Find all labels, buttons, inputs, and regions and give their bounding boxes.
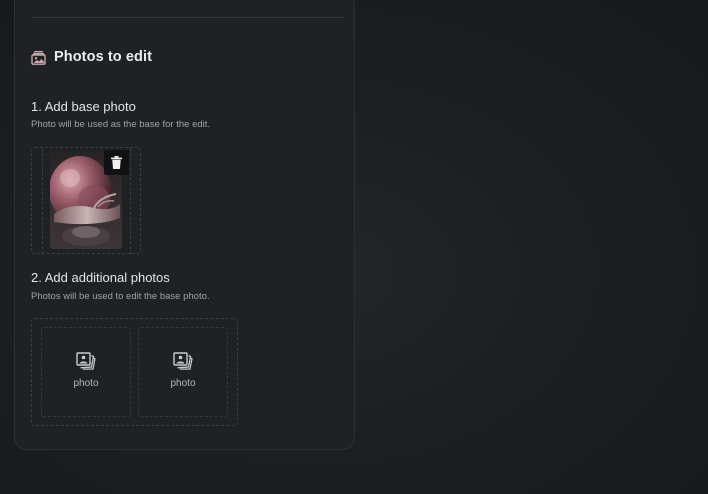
photos-panel: Photos to edit 1. Add base photo Photo w… [14, 0, 355, 450]
slot-label: photo [73, 377, 99, 389]
additional-photos-title: 2. Add additional photos [31, 270, 170, 285]
photo-stack-icon [31, 50, 46, 65]
base-photo-dropzone[interactable] [31, 147, 141, 254]
divider [32, 17, 344, 18]
delete-base-photo-button[interactable] [104, 150, 129, 175]
additional-photo-slot[interactable]: photo [138, 327, 228, 417]
section-header: Photos to edit [31, 49, 152, 65]
photo-stack-icon [76, 351, 96, 370]
section-title: Photos to edit [54, 49, 153, 65]
photo-stack-icon [173, 351, 193, 370]
additional-photos-subtitle: Photos will be used to edit the base pho… [31, 291, 210, 302]
base-photo-subtitle: Photo will be used as the base for the e… [31, 119, 211, 130]
additional-photos-dropzone: photo photo [31, 318, 238, 426]
trash-icon [111, 156, 122, 169]
slot-label: photo [170, 377, 196, 389]
base-photo-title: 1. Add base photo [31, 99, 136, 114]
additional-photo-slot[interactable]: photo [41, 327, 131, 417]
